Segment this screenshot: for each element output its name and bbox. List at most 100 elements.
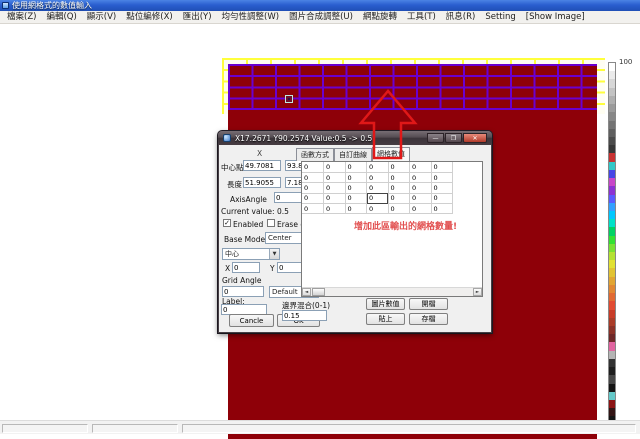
grid-cell[interactable]: 0: [302, 193, 324, 203]
paste-button[interactable]: 貼上: [366, 313, 405, 325]
maximize-button[interactable]: ❐: [445, 133, 462, 143]
grid-cell[interactable]: 0: [345, 204, 367, 214]
grid-cell[interactable]: 0: [324, 193, 346, 203]
grid-cell[interactable]: 0: [431, 183, 453, 193]
scroll-right-icon[interactable]: ►: [473, 288, 482, 296]
grid-cell[interactable]: 0: [302, 172, 324, 182]
grid-cell[interactable]: 0: [345, 183, 367, 193]
grid-angle-mode-value: Default: [272, 288, 298, 296]
grid-cell[interactable]: 0: [302, 183, 324, 193]
palette-segment: [609, 285, 615, 293]
menu-item-5[interactable]: 均勻性調整(W): [217, 11, 285, 23]
menu-item-11[interactable]: [Show Image]: [521, 11, 590, 23]
grid-cell[interactable]: 0: [410, 183, 432, 193]
image-values-button[interactable]: 圖片數值: [366, 298, 405, 310]
grid-value-dialog: X17.2671 Y90.2574 Value:0.5 -> 0.5 — ❐ ✕…: [218, 131, 492, 333]
x-offset-input[interactable]: [232, 262, 260, 273]
column-header-x: X: [257, 149, 262, 158]
tab-2[interactable]: 網格數值: [372, 147, 410, 161]
menu-item-8[interactable]: 工具(T): [402, 11, 441, 23]
menu-item-1[interactable]: 編輯(Q): [41, 11, 81, 23]
purple-grid-overlay: [228, 64, 597, 110]
palette-segment: [609, 145, 615, 153]
length-label: 長度: [227, 179, 242, 190]
grid-cell[interactable]: 0: [367, 172, 389, 182]
anchor-select[interactable]: 中心 ▼: [222, 248, 280, 260]
open-file-button[interactable]: 開檔: [409, 298, 448, 310]
status-panel-2: [182, 424, 636, 433]
palette-segment: [609, 129, 615, 137]
color-scale: [608, 62, 616, 434]
grid-cell[interactable]: 0: [388, 162, 410, 172]
center-x-input[interactable]: [243, 160, 281, 171]
scrollbar-thumb[interactable]: [312, 288, 325, 296]
palette-segment: [609, 121, 615, 129]
grid-cell[interactable]: 0: [367, 162, 389, 172]
erase-dots-checkbox[interactable]: [267, 219, 275, 227]
enabled-checkbox[interactable]: ✓: [223, 219, 231, 227]
save-file-button[interactable]: 存檔: [409, 313, 448, 325]
grid-cell[interactable]: 0: [345, 172, 367, 182]
selected-cell-marker: [285, 95, 293, 103]
dialog-titlebar[interactable]: X17.2671 Y90.2574 Value:0.5 -> 0.5 — ❐ ✕: [218, 131, 492, 145]
grid-cell[interactable]: 0: [302, 204, 324, 214]
grid-angle-input[interactable]: [222, 286, 264, 297]
grid-cell[interactable]: 0: [324, 172, 346, 182]
grid-cell[interactable]: 0: [367, 204, 389, 214]
grid-cell[interactable]: 0: [388, 183, 410, 193]
menu-item-10[interactable]: Setting: [480, 11, 520, 23]
grid-cell[interactable]: 0: [324, 162, 346, 172]
dialog-title: X17.2671 Y90.2574 Value:0.5 -> 0.5: [235, 134, 372, 143]
palette-segment: [609, 400, 615, 408]
grid-cell[interactable]: 0: [431, 172, 453, 182]
grid-cell[interactable]: 0: [410, 162, 432, 172]
palette-segment: [609, 219, 615, 227]
minimize-button[interactable]: —: [427, 133, 444, 143]
palette-segment: [609, 104, 615, 112]
menu-item-0[interactable]: 檔案(Z): [2, 11, 41, 23]
cancel-button[interactable]: Cancle: [229, 314, 274, 327]
grid-cell[interactable]: 0: [324, 204, 346, 214]
horizontal-scrollbar[interactable]: ◄ ►: [302, 287, 482, 296]
grid-cell[interactable]: 0: [388, 204, 410, 214]
menu-item-7[interactable]: 網點旋轉: [358, 11, 402, 23]
current-value-label: Current value: 0.5: [221, 207, 289, 216]
grid-cell[interactable]: 0: [410, 193, 432, 203]
palette-segment: [609, 153, 615, 161]
grid-cell[interactable]: 0: [388, 193, 410, 203]
grid-cell[interactable]: 0: [410, 204, 432, 214]
grid-cell[interactable]: 0: [431, 204, 453, 214]
menu-item-6[interactable]: 圖片合成調整(U): [284, 11, 358, 23]
dialog-body: X Y 中心點 長度 AxisAngle Current value: 0.5 …: [219, 145, 491, 332]
grid-cell[interactable]: 0: [345, 162, 367, 172]
palette-segment: [609, 252, 615, 260]
window-title: 使用網格式的數值輸入: [12, 0, 92, 11]
grid-cell[interactable]: 0: [367, 193, 389, 203]
tab-1[interactable]: 自訂曲線: [334, 148, 372, 161]
palette-segment: [609, 359, 615, 367]
palette-segment: [609, 170, 615, 178]
grid-cell[interactable]: 0: [431, 162, 453, 172]
grid-cell[interactable]: 0: [367, 183, 389, 193]
menu-item-2[interactable]: 顯示(V): [82, 11, 121, 23]
grid-cell[interactable]: 0: [324, 183, 346, 193]
blend-input[interactable]: [282, 310, 327, 321]
grid-cell[interactable]: 0: [410, 172, 432, 182]
menu-item-4[interactable]: 匯出(Y): [178, 11, 217, 23]
menu-item-9[interactable]: 訊息(R): [441, 11, 481, 23]
palette-segment: [609, 260, 615, 268]
palette-segment: [609, 71, 615, 79]
scroll-left-icon[interactable]: ◄: [302, 288, 311, 296]
menu-item-3[interactable]: 點位編修(X): [121, 11, 177, 23]
length-x-input[interactable]: [243, 177, 281, 188]
grid-cell[interactable]: 0: [388, 172, 410, 182]
grid-cell[interactable]: 0: [345, 193, 367, 203]
chevron-down-icon[interactable]: ▼: [269, 249, 279, 259]
grid-cell[interactable]: 0: [302, 162, 324, 172]
palette-segment: [609, 88, 615, 96]
grid-values-table: 00000000000000000000000000000000000: [302, 162, 453, 214]
close-button[interactable]: ✕: [463, 133, 487, 143]
palette-segment: [609, 244, 615, 252]
grid-cell[interactable]: 0: [431, 193, 453, 203]
tab-0[interactable]: 函數方式: [296, 148, 334, 161]
